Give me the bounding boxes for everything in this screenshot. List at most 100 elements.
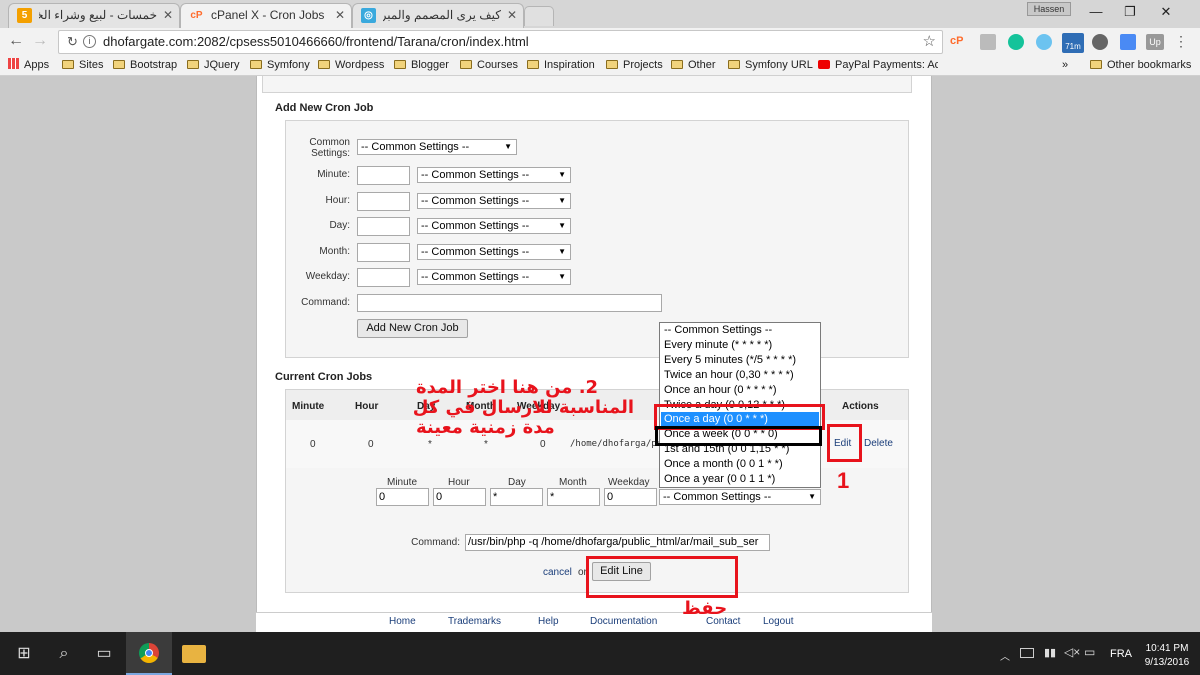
option-twice-an-hour[interactable]: Twice an hour (0,30 * * * *) bbox=[661, 368, 819, 383]
new-tab-button[interactable] bbox=[524, 6, 554, 26]
option-every-minute[interactable]: Every minute (* * * * *) bbox=[661, 338, 819, 353]
add-cron-button[interactable]: Add New Cron Job bbox=[357, 319, 468, 338]
minimize-icon[interactable]: — bbox=[1080, 4, 1112, 19]
option-every-5-minutes[interactable]: Every 5 minutes (*/5 * * * *) bbox=[661, 353, 819, 368]
bookmark-item[interactable]: Inspiration bbox=[527, 58, 595, 73]
bookmark-item[interactable]: Other bbox=[671, 58, 716, 73]
task-view-icon[interactable]: ▭ bbox=[80, 632, 128, 675]
minute-select[interactable]: -- Common Settings -- ▼ bbox=[417, 167, 571, 183]
day-label: Day: bbox=[329, 220, 350, 231]
hour-select[interactable]: -- Common Settings -- ▼ bbox=[417, 193, 571, 209]
bookmark-item[interactable]: Bootstrap bbox=[113, 58, 177, 73]
bookmark-item[interactable]: Blogger bbox=[394, 58, 449, 73]
footer-home[interactable]: Home bbox=[389, 616, 416, 627]
power-icon[interactable] bbox=[1092, 34, 1108, 50]
option-once-a-year[interactable]: Once a year (0 0 1 1 *) bbox=[661, 472, 819, 487]
select-value: -- Common Settings -- bbox=[663, 491, 772, 503]
upwork-icon[interactable]: Up bbox=[1146, 34, 1164, 50]
edit-month-input[interactable]: * bbox=[547, 488, 600, 506]
maximize-icon[interactable]: ❐ bbox=[1112, 4, 1148, 20]
close-window-icon[interactable]: ✕ bbox=[1148, 4, 1184, 20]
shield-icon[interactable] bbox=[980, 34, 996, 50]
clock[interactable]: 10:41 PM 9/13/2016 bbox=[1141, 642, 1193, 670]
footer-trademarks[interactable]: Trademarks bbox=[448, 616, 501, 627]
bookmark-item[interactable]: Wordpess bbox=[318, 58, 384, 73]
profile-button[interactable]: Hassen bbox=[1027, 2, 1071, 16]
edit-day-label: Day bbox=[508, 477, 526, 488]
edit-hour-input[interactable]: 0 bbox=[433, 488, 486, 506]
tab-cpanel[interactable]: cP cPanel X - Cron Jobs ✕ bbox=[180, 3, 352, 29]
add-cron-title: Add New Cron Job bbox=[275, 102, 374, 114]
other-bookmarks[interactable]: Other bookmarks bbox=[1090, 58, 1191, 73]
bookmark-item[interactable]: Courses bbox=[460, 58, 518, 73]
close-tab-icon[interactable]: ✕ bbox=[163, 4, 173, 26]
tab-article[interactable]: ◎ كيف يرى المصمم والمبرمج ✕ bbox=[352, 3, 524, 28]
bookmark-label: PayPal Payments: Acc bbox=[835, 59, 938, 71]
volume-icon[interactable]: ◁× bbox=[1064, 645, 1080, 659]
translate-icon[interactable] bbox=[1120, 34, 1136, 50]
address-bar[interactable]: ↻ i dhofargate.com:2082/cpsess5010466660… bbox=[58, 30, 943, 54]
menu-icon[interactable]: ⋮ bbox=[1174, 33, 1188, 50]
reload-icon[interactable]: ↻ bbox=[67, 31, 78, 53]
option-once-an-hour[interactable]: Once an hour (0 * * * *) bbox=[661, 383, 819, 398]
footer-documentation[interactable]: Documentation bbox=[590, 616, 657, 627]
info-icon[interactable]: i bbox=[83, 35, 96, 48]
network-icon[interactable]: ▮▮ bbox=[1044, 646, 1056, 659]
month-select[interactable]: -- Common Settings -- ▼ bbox=[417, 244, 571, 260]
more-bookmarks-icon[interactable]: » bbox=[1062, 58, 1068, 73]
bookmark-star-icon[interactable]: ☆ bbox=[923, 31, 936, 53]
month-input[interactable] bbox=[357, 243, 410, 262]
bookmark-item[interactable]: PayPal Payments: Acc bbox=[818, 58, 938, 73]
minute-input[interactable] bbox=[357, 166, 410, 185]
folder-icon bbox=[606, 60, 618, 69]
bookmark-item[interactable]: Symfony URL bbox=[728, 58, 813, 73]
weekday-select[interactable]: -- Common Settings -- ▼ bbox=[417, 269, 571, 285]
day-input[interactable] bbox=[357, 217, 410, 236]
clock-icon[interactable] bbox=[1036, 34, 1052, 50]
bookmark-item[interactable]: Symfony bbox=[250, 58, 310, 73]
footer-help[interactable]: Help bbox=[538, 616, 559, 627]
weekday-input[interactable] bbox=[357, 268, 410, 287]
forward-icon[interactable]: → bbox=[32, 32, 48, 50]
close-tab-icon[interactable]: ✕ bbox=[507, 4, 517, 26]
tray-chevron-icon[interactable]: ︿ bbox=[1000, 648, 1010, 663]
tab-label: cPanel X - Cron Jobs bbox=[211, 8, 325, 22]
close-tab-icon[interactable]: ✕ bbox=[335, 4, 345, 26]
bookmark-item[interactable]: Projects bbox=[606, 58, 663, 73]
select-value: -- Common Settings -- bbox=[421, 271, 530, 283]
bookmark-item[interactable]: JQuery bbox=[187, 58, 239, 73]
back-icon[interactable]: ← bbox=[8, 32, 24, 50]
option-common-settings[interactable]: -- Common Settings -- bbox=[661, 323, 819, 338]
folder-icon bbox=[62, 60, 74, 69]
tab-khamsat[interactable]: 5 خمسات - لبيع وشراء الخدم ✕ bbox=[8, 3, 180, 28]
previous-section bbox=[262, 76, 912, 93]
folder-icon bbox=[394, 60, 406, 69]
file-explorer-icon[interactable] bbox=[182, 645, 206, 663]
message-icon[interactable]: ▭ bbox=[1084, 645, 1095, 659]
battery-icon[interactable] bbox=[1020, 648, 1034, 658]
grammarly-icon[interactable] bbox=[1008, 34, 1024, 50]
common-settings-select[interactable]: -- Common Settings -- ▼ bbox=[357, 139, 517, 155]
edit-minute-input[interactable]: 0 bbox=[376, 488, 429, 506]
cancel-link[interactable]: cancel bbox=[543, 567, 572, 578]
delete-link[interactable]: Delete bbox=[864, 438, 893, 449]
edit-common-select[interactable]: -- Common Settings -- ▼ bbox=[659, 489, 821, 505]
hour-input[interactable] bbox=[357, 192, 410, 211]
bookmark-label: Apps bbox=[24, 59, 50, 71]
cpanel-ext-icon[interactable]: cP bbox=[950, 35, 963, 47]
language-indicator[interactable]: FRA bbox=[1110, 648, 1132, 660]
day-select[interactable]: -- Common Settings -- ▼ bbox=[417, 218, 571, 234]
bookmark-apps[interactable]: Apps bbox=[8, 58, 49, 73]
edit-weekday-input[interactable]: 0 bbox=[604, 488, 657, 506]
footer-logout[interactable]: Logout bbox=[763, 616, 794, 627]
col-actions: Actions bbox=[842, 401, 879, 412]
edit-command-input[interactable]: /usr/bin/php -q /home/dhofarga/public_ht… bbox=[465, 534, 770, 551]
bookmark-item[interactable]: Sites bbox=[62, 58, 103, 73]
edit-day-input[interactable]: * bbox=[490, 488, 543, 506]
youtube-icon bbox=[818, 60, 830, 69]
command-input[interactable] bbox=[357, 294, 662, 312]
timer-ext-icon[interactable]: 71m bbox=[1062, 33, 1084, 53]
cpanel-icon: cP bbox=[190, 10, 203, 21]
option-once-a-month[interactable]: Once a month (0 0 1 * *) bbox=[661, 457, 819, 472]
chrome-taskbar-button[interactable] bbox=[126, 632, 172, 675]
